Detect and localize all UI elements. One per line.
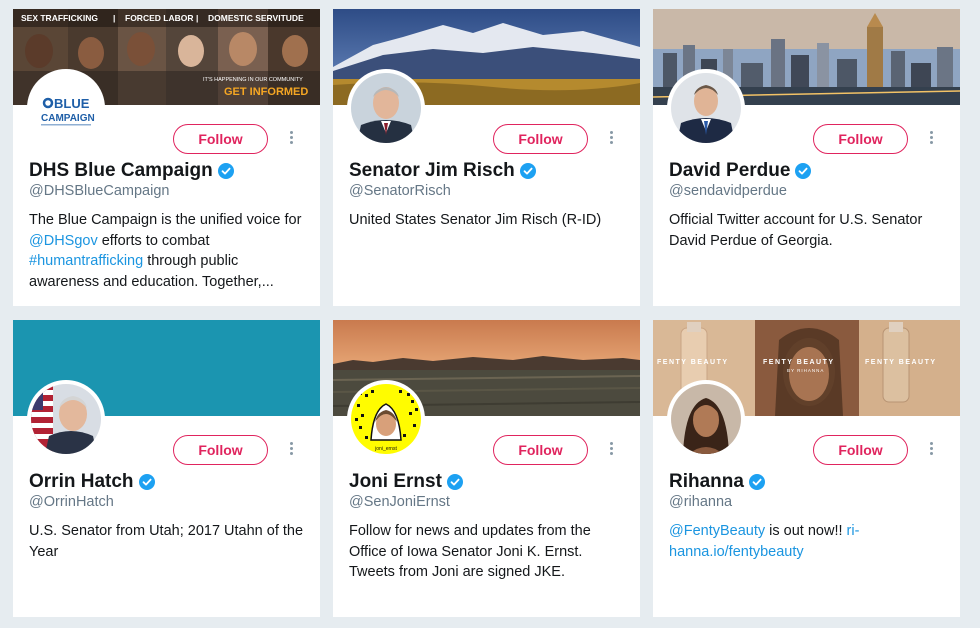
- profile-name[interactable]: Rihanna: [669, 471, 744, 493]
- avatar[interactable]: [667, 69, 745, 147]
- banner-separator: |: [196, 13, 198, 23]
- more-options-icon[interactable]: [285, 129, 297, 149]
- avatar[interactable]: BLUE CAMPAIGN: [27, 69, 105, 147]
- avatar[interactable]: joni_ernst: [347, 380, 425, 458]
- verified-badge-icon: [446, 474, 463, 490]
- profile-name-row: Rihanna: [669, 469, 765, 495]
- avatar[interactable]: [347, 69, 425, 147]
- profile-card[interactable]: Follow Senator Jim Risch @SenatorRisch U…: [333, 9, 640, 306]
- bio-text: Follow for news and updates from the Off…: [349, 523, 591, 580]
- bio-text: United States Senator Jim Risch (R-ID): [349, 212, 602, 228]
- mention-link[interactable]: @FentyBeauty: [669, 523, 765, 539]
- profile-handle[interactable]: @DHSBlueCampaign: [29, 183, 169, 199]
- more-options-icon[interactable]: [285, 440, 297, 460]
- more-options-icon[interactable]: [605, 129, 617, 149]
- follow-button[interactable]: Follow: [493, 435, 588, 465]
- logo-text: BLUE: [54, 96, 90, 111]
- profile-name[interactable]: DHS Blue Campaign: [29, 160, 213, 182]
- bio-text: Official Twitter account for U.S. Senato…: [669, 212, 923, 249]
- profile-handle[interactable]: @SenatorRisch: [349, 183, 451, 199]
- banner-separator: |: [113, 13, 115, 23]
- more-options-icon[interactable]: [925, 129, 937, 149]
- follow-button[interactable]: Follow: [813, 124, 908, 154]
- profile-handle[interactable]: @SenJoniErnst: [349, 494, 450, 510]
- bio-text: is out now!!: [765, 523, 847, 539]
- bio-text: efforts to combat: [97, 232, 210, 249]
- profile-handle[interactable]: @OrrinHatch: [29, 494, 114, 510]
- banner-caption: DOMESTIC SERVITUDE: [208, 13, 304, 23]
- banner-subtext: IT'S HAPPENING IN OUR COMMUNITY: [203, 77, 303, 83]
- profile-name[interactable]: Orrin Hatch: [29, 471, 134, 493]
- profile-name-row: Senator Jim Risch: [349, 158, 536, 184]
- profile-bio: Official Twitter account for U.S. Senato…: [669, 210, 949, 251]
- more-options-icon[interactable]: [925, 440, 937, 460]
- profile-handle[interactable]: @rihanna: [669, 494, 732, 510]
- banner-cta: GET INFORMED: [224, 86, 308, 98]
- verified-badge-icon: [217, 163, 234, 179]
- profile-card[interactable]: SEX TRAFFICKING | FORCED LABOR | DOMESTI…: [13, 9, 320, 306]
- profile-bio: @FentyBeauty is out now!! ri-hanna.io/fe…: [669, 521, 949, 562]
- mention-link[interactable]: @DHSgov: [29, 233, 98, 249]
- banner-caption: FENTY BEAUTY: [763, 359, 835, 366]
- profile-bio: The Blue Campaign is the unified voice f…: [29, 210, 309, 292]
- profile-bio: U.S. Senator from Utah; 2017 Utahn of th…: [29, 521, 309, 562]
- verified-badge-icon: [748, 474, 765, 490]
- profile-card[interactable]: FENTY BEAUTY FENTY BEAUTY FENTY BEAUTY B…: [653, 320, 960, 617]
- profile-name-row: Orrin Hatch: [29, 469, 155, 495]
- avatar[interactable]: [667, 380, 745, 458]
- logo-text: CAMPAIGN: [41, 113, 95, 124]
- profile-card[interactable]: joni_ernst Follow Joni Ernst @SenJoniErn…: [333, 320, 640, 617]
- follow-button[interactable]: Follow: [813, 435, 908, 465]
- follow-button[interactable]: Follow: [173, 124, 268, 154]
- profile-bio: Follow for news and updates from the Off…: [349, 521, 629, 583]
- verified-badge-icon: [138, 474, 155, 490]
- banner-caption: FENTY BEAUTY: [865, 359, 937, 366]
- profile-name-row: Joni Ernst: [349, 469, 463, 495]
- profile-name[interactable]: Senator Jim Risch: [349, 160, 515, 182]
- banner-caption: SEX TRAFFICKING: [21, 13, 98, 23]
- profile-name[interactable]: Joni Ernst: [349, 471, 442, 493]
- profile-name-row: DHS Blue Campaign: [29, 158, 234, 184]
- profile-bio: United States Senator Jim Risch (R-ID): [349, 210, 629, 231]
- banner-subtext: BY RIHANNA: [787, 368, 824, 373]
- profile-card[interactable]: Follow Orrin Hatch @OrrinHatch U.S. Sena…: [13, 320, 320, 617]
- banner-caption: FENTY BEAUTY: [657, 359, 729, 366]
- hashtag-link[interactable]: #humantrafficking: [29, 253, 143, 269]
- follow-button[interactable]: Follow: [493, 124, 588, 154]
- profile-handle[interactable]: @sendavidperdue: [669, 183, 787, 199]
- bio-text: The Blue Campaign is the unified voice f…: [29, 212, 302, 228]
- profile-card[interactable]: Follow David Perdue @sendavidperdue Offi…: [653, 9, 960, 306]
- profile-name-row: David Perdue: [669, 158, 812, 184]
- verified-badge-icon: [795, 163, 812, 179]
- more-options-icon[interactable]: [605, 440, 617, 460]
- banner-caption: FORCED LABOR: [125, 13, 193, 23]
- snapcode-caption: joni_ernst: [374, 446, 397, 452]
- profile-name[interactable]: David Perdue: [669, 160, 790, 182]
- follow-button[interactable]: Follow: [173, 435, 268, 465]
- verified-badge-icon: [519, 163, 536, 179]
- bio-text: U.S. Senator from Utah; 2017 Utahn of th…: [29, 523, 304, 560]
- avatar[interactable]: [27, 380, 105, 458]
